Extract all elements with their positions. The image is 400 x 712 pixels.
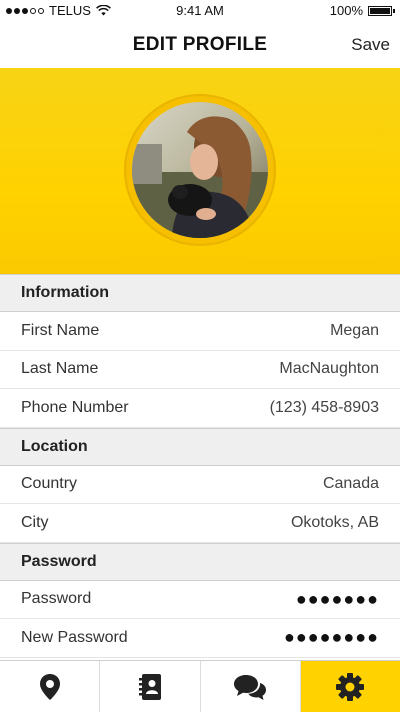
new-password-field[interactable]: ●●●●●●●● bbox=[284, 627, 379, 648]
profile-form: Information First Name Megan Last Name M… bbox=[0, 274, 400, 658]
phone-number-row[interactable]: Phone Number (123) 458-8903 bbox=[0, 389, 400, 428]
save-button[interactable]: Save bbox=[351, 35, 390, 55]
country-row[interactable]: Country Canada bbox=[0, 466, 400, 504]
section-header-password: Password bbox=[0, 542, 400, 581]
gear-icon bbox=[336, 672, 365, 701]
city-label: City bbox=[21, 513, 49, 531]
new-password-label: New Password bbox=[21, 628, 128, 646]
first-name-field[interactable]: Megan bbox=[330, 322, 379, 340]
first-name-label: First Name bbox=[21, 321, 100, 339]
tab-contacts[interactable] bbox=[100, 661, 201, 712]
status-bar: TELUS 9:41 AM 100% bbox=[0, 0, 400, 22]
section-header-location: Location bbox=[0, 427, 400, 466]
battery-percent: 100% bbox=[329, 3, 363, 18]
profile-header bbox=[0, 68, 400, 274]
last-name-label: Last Name bbox=[21, 360, 99, 378]
first-name-row[interactable]: First Name Megan bbox=[0, 312, 400, 351]
new-password-row[interactable]: New Password ●●●●●●●● bbox=[0, 619, 400, 658]
password-label: Password bbox=[21, 590, 92, 608]
navigation-bar: EDIT PROFILE Save bbox=[0, 22, 400, 68]
tab-bar bbox=[0, 660, 400, 712]
battery-icon bbox=[368, 5, 395, 16]
chat-bubbles-icon bbox=[234, 674, 267, 700]
tab-location[interactable] bbox=[0, 661, 101, 712]
phone-number-field[interactable]: (123) 458-8903 bbox=[270, 399, 379, 417]
country-field[interactable]: Canada bbox=[323, 475, 379, 493]
password-row[interactable]: Password ●●●●●●● bbox=[0, 581, 400, 619]
country-label: Country bbox=[21, 475, 78, 493]
section-header-information: Information bbox=[0, 274, 400, 312]
phone-number-label: Phone Number bbox=[21, 398, 129, 416]
last-name-row[interactable]: Last Name MacNaughton bbox=[0, 351, 400, 389]
password-field[interactable]: ●●●●●●● bbox=[296, 589, 379, 610]
city-row[interactable]: City Okotoks, AB bbox=[0, 504, 400, 543]
tab-settings[interactable] bbox=[300, 661, 400, 712]
location-pin-icon bbox=[39, 673, 60, 700]
contacts-book-icon bbox=[138, 673, 161, 700]
avatar[interactable] bbox=[132, 102, 268, 238]
last-name-field[interactable]: MacNaughton bbox=[279, 360, 379, 378]
city-field[interactable]: Okotoks, AB bbox=[291, 514, 379, 532]
page-title: EDIT PROFILE bbox=[132, 34, 268, 55]
tab-messages[interactable] bbox=[201, 661, 301, 712]
status-right: 100% bbox=[329, 3, 395, 18]
avatar-ring bbox=[124, 94, 276, 246]
avatar-photo bbox=[132, 102, 268, 238]
